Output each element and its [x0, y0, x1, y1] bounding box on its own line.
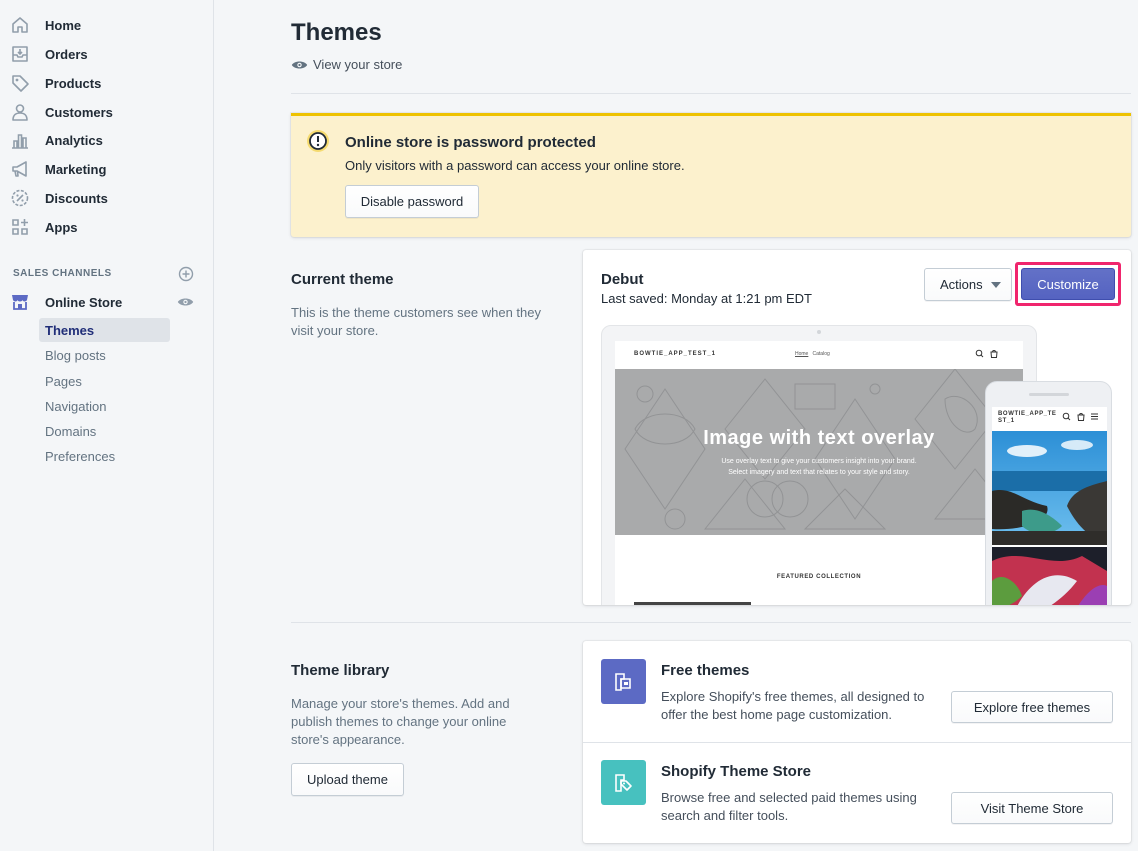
divider [291, 93, 1131, 94]
eye-icon [291, 60, 308, 69]
customize-button[interactable]: Customize [1021, 268, 1115, 300]
preview-search-cart-icon [975, 349, 998, 358]
sidebar-item-label: Home [45, 17, 82, 33]
preview-nav-catalog: Catalog [812, 351, 830, 357]
phone-header-icons [1062, 412, 1098, 421]
explore-free-themes-button[interactable]: Explore free themes [951, 691, 1113, 723]
free-themes-icon [601, 659, 646, 704]
megaphone-icon [12, 161, 27, 177]
preview-hero-line2: Select imagery and text that relates to … [728, 469, 910, 476]
current-theme-card: Debut Last saved: Monday at 1:21 pm EDT … [583, 250, 1131, 605]
theme-library-heading: Theme library [291, 662, 390, 679]
phone-hero-images [992, 431, 1107, 605]
sidebar-item-label: Marketing [45, 161, 107, 177]
view-store-label: View your store [313, 57, 403, 72]
theme-library-description: Manage your store's themes. Add and publ… [291, 696, 510, 747]
preview-hero: Image with text overlay Use overlay text… [615, 369, 1023, 535]
sidebar-subitem-preferences[interactable]: Preferences [39, 444, 170, 468]
divider [291, 622, 1131, 623]
current-theme-heading: Current theme [291, 271, 394, 288]
mobile-preview-screen: BOWTIE_APP_TE ST_1 [992, 407, 1107, 605]
sidebar-item-label: Products [45, 75, 102, 91]
add-channel-icon[interactable] [178, 266, 194, 282]
free-themes-text: Explore Shopify's free themes, all desig… [661, 689, 925, 722]
sidebar-item-orders[interactable]: Orders [0, 40, 214, 68]
eye-icon[interactable] [177, 295, 194, 309]
actions-label: Actions [940, 277, 983, 292]
current-theme-description: This is the theme customers see when the… [291, 305, 542, 338]
sidebar-subitem-blog-posts[interactable]: Blog posts [39, 343, 170, 367]
phone-speaker [1029, 393, 1069, 396]
banner-text: Only visitors with a password can access… [345, 158, 685, 173]
caret-down-icon [991, 282, 1001, 288]
visit-theme-store-button[interactable]: Visit Theme Store [951, 792, 1113, 824]
desktop-preview[interactable]: BOWTIE_APP_TEST_1 Home Catalog Image wit… [601, 325, 1037, 605]
bar-chart-icon [12, 134, 28, 149]
person-icon [12, 104, 28, 121]
preview-hero-title: Image with text overlay [703, 427, 935, 449]
store-icon [12, 295, 28, 310]
theme-store-icon [601, 760, 646, 805]
sidebar-item-label: Apps [45, 219, 78, 235]
preview-hero-line1: Use overlay text to give your customers … [721, 458, 917, 465]
sidebar-subitem-themes[interactable]: Themes [39, 318, 170, 342]
tag-icon [12, 75, 29, 92]
theme-library-card: Free themes Explore Shopify's free theme… [583, 641, 1131, 843]
sidebar-item-label: Analytics [45, 132, 103, 148]
sidebar-item-apps[interactable]: Apps [0, 213, 214, 241]
sidebar-item-online-store[interactable]: Online Store [0, 288, 214, 316]
orders-icon [12, 46, 28, 62]
apps-icon [12, 219, 28, 235]
customize-highlight: Customize [1015, 262, 1121, 306]
sidebar-item-label: Discounts [45, 190, 108, 206]
free-themes-row: Free themes Explore Shopify's free theme… [583, 641, 1131, 742]
home-icon [12, 17, 28, 33]
upload-theme-button[interactable]: Upload theme [291, 763, 404, 796]
preview-featured-title: FEATURED COLLECTION [776, 574, 862, 580]
password-banner: Online store is password protected Only … [291, 113, 1131, 237]
sidebar-item-analytics[interactable]: Analytics [0, 126, 214, 154]
disable-password-button[interactable]: Disable password [345, 185, 479, 218]
sidebar-item-customers[interactable]: Customers [0, 98, 214, 126]
preview-hero-pattern [624, 369, 1017, 530]
theme-last-saved: Last saved: Monday at 1:21 pm EDT [601, 291, 812, 306]
theme-store-text: Browse free and selected paid themes usi… [661, 790, 917, 823]
warning-icon [307, 130, 329, 152]
sidebar-item-home[interactable]: Home [0, 11, 214, 39]
sidebar-subitem-pages[interactable]: Pages [39, 369, 170, 393]
sidebar-item-products[interactable]: Products [0, 69, 214, 97]
desktop-preview-screen: BOWTIE_APP_TEST_1 Home Catalog Image wit… [615, 341, 1023, 605]
sidebar-item-label: Customers [45, 104, 113, 120]
theme-name: Debut [601, 271, 644, 288]
sidebar-item-discounts[interactable]: Discounts [0, 184, 214, 212]
sidebar-subitem-domains[interactable]: Domains [39, 419, 170, 443]
preview-featured-image [634, 602, 751, 605]
sales-channels-title: SALES CHANNELS [13, 268, 112, 279]
mobile-preview[interactable]: BOWTIE_APP_TE ST_1 [985, 381, 1112, 605]
actions-dropdown-button[interactable]: Actions [924, 268, 1012, 301]
free-themes-title: Free themes [661, 662, 750, 679]
preview-nav-home: Home [795, 351, 809, 357]
theme-store-title: Shopify Theme Store [661, 763, 812, 780]
preview-nav: Home Catalog [795, 351, 830, 357]
view-store-link[interactable]: View your store [291, 57, 402, 72]
sidebar: Home Orders Products Customers Analytics… [0, 0, 214, 851]
discount-icon [11, 189, 29, 207]
sidebar-item-marketing[interactable]: Marketing [0, 155, 214, 183]
sidebar-item-label: Online Store [45, 294, 123, 310]
preview-store-name: BOWTIE_APP_TEST_1 [634, 351, 717, 357]
sidebar-item-label: Orders [45, 46, 88, 62]
theme-store-row: Shopify Theme Store Browse free and sele… [583, 742, 1131, 843]
banner-title: Online store is password protected [345, 134, 596, 151]
phone-store-name: BOWTIE_APP_TE ST_1 [998, 411, 1057, 424]
page-title: Themes [291, 19, 382, 46]
camera-dot [817, 330, 821, 334]
sidebar-subitem-navigation[interactable]: Navigation [39, 394, 170, 418]
